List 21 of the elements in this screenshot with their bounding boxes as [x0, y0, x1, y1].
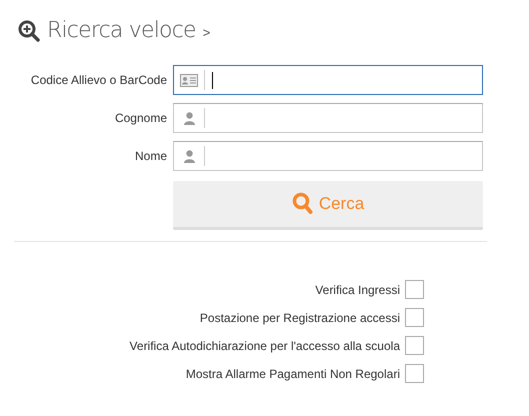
chevron-link[interactable]: >	[202, 23, 210, 43]
input-field[interactable]	[173, 65, 483, 95]
id-card-icon	[180, 74, 198, 86]
person-icon	[184, 112, 194, 124]
option-label: Postazione per Registrazione accessi	[200, 310, 400, 326]
checkbox[interactable]	[405, 336, 424, 355]
option-label: Verifica Ingressi	[315, 282, 400, 298]
zoom-in-icon	[18, 20, 40, 42]
field-label: Codice Allievo o BarCode	[30, 72, 167, 89]
option-label: Mostra Allarme Pagamenti Non Regolari	[186, 366, 400, 382]
checkbox[interactable]	[405, 308, 424, 327]
field-label: Nome	[134, 148, 167, 165]
search-icon	[292, 192, 314, 216]
checkbox[interactable]	[405, 280, 424, 299]
checkbox[interactable]	[405, 364, 424, 383]
input-field[interactable]	[173, 141, 483, 171]
option-label: Verifica Autodichiarazione per l'accesso alla scuola	[130, 338, 400, 354]
input-field[interactable]	[173, 103, 483, 133]
page-title: Ricerca veloce	[47, 20, 196, 42]
field-label: Cognome	[114, 110, 167, 127]
person-icon	[184, 150, 194, 162]
